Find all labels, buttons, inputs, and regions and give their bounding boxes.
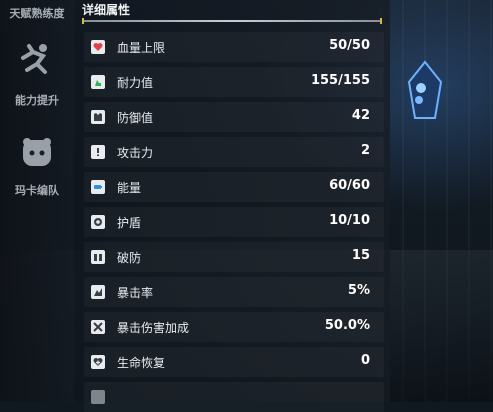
regen-icon [91, 355, 105, 369]
stat-value: 10/10 [329, 213, 370, 228]
stat-name: 血量上限 [117, 41, 166, 55]
stat-value: 5% [347, 283, 370, 298]
heart-icon [91, 40, 105, 54]
stat-value: 155/155 [310, 73, 370, 88]
glowing-crystal-icon [407, 60, 443, 119]
stat-row-stamina: 耐力值 155/155 [84, 67, 384, 97]
stat-name: 护盾 [117, 216, 142, 230]
stat-row-attack: 攻击力 2 [84, 137, 384, 167]
stat-name: 暴击伤害加成 [117, 321, 190, 335]
stat-value: 60/60 [329, 178, 370, 193]
sidebar-item-ability-upgrade[interactable]: 能力提升 [0, 92, 74, 108]
team-face-icon [23, 138, 51, 166]
stat-name: 暴击率 [117, 286, 154, 300]
stat-row-regen: 生命恢复 0 [84, 347, 384, 377]
stat-value: 0 [360, 353, 370, 368]
stat-row-crit-rate: 暴击率 5% [84, 277, 384, 307]
stat-value: 50.0% [324, 318, 370, 333]
stat-row-hp: 血量上限 50/50 [84, 32, 384, 62]
left-sidebar: 天赋熟练度 能力提升 玛卡编队 [0, 0, 74, 402]
stamina-icon [91, 75, 105, 89]
armor-icon [91, 110, 105, 124]
stat-value: 50/50 [329, 38, 370, 53]
stat-name: 破防 [117, 251, 142, 265]
title-divider [82, 18, 382, 24]
detail-attributes-panel: 详细属性 血量上限 50/50 耐力值 155/155 防御值 42 攻击力 2… [74, 0, 390, 404]
crit-damage-icon [91, 320, 105, 334]
crit-rate-icon [91, 285, 105, 299]
stat-name: 攻击力 [117, 146, 154, 160]
stat-row-partial [84, 382, 384, 412]
armor-break-icon [91, 250, 105, 264]
stat-name: 生命恢复 [117, 356, 166, 370]
stat-name: 耐力值 [117, 76, 154, 90]
running-figure-icon [21, 44, 47, 74]
shield-icon [91, 215, 105, 229]
stat-row-crit-damage: 暴击伤害加成 50.0% [84, 312, 384, 342]
panel-title: 详细属性 [82, 3, 131, 17]
stat-value: 15 [351, 248, 370, 263]
stat-row-armor-break: 破防 15 [84, 242, 384, 272]
stat-name: 防御值 [117, 111, 154, 125]
stat-row-shield: 护盾 10/10 [84, 207, 384, 237]
sidebar-item-team[interactable]: 玛卡编队 [0, 182, 74, 198]
stat-row-energy: 能量 60/60 [84, 172, 384, 202]
stat-row-defense: 防御值 42 [84, 102, 384, 132]
sidebar-top-label[interactable]: 天赋熟练度 [0, 5, 74, 21]
stat-value: 42 [351, 108, 370, 123]
stat-name: 能量 [117, 181, 142, 195]
battery-icon [91, 180, 105, 194]
stat-value: 2 [360, 143, 370, 158]
attack-icon [91, 145, 105, 159]
